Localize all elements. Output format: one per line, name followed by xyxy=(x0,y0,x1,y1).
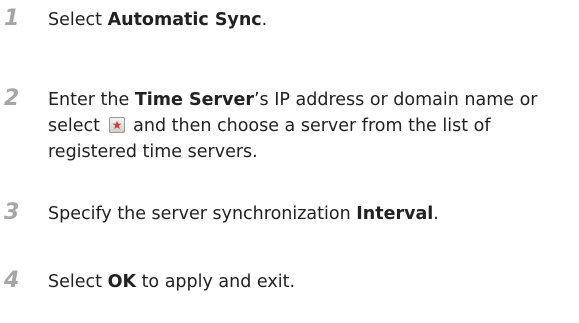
ui-term-time-server: Time Server xyxy=(134,90,254,110)
step-text-before: Select xyxy=(48,10,108,30)
step-text: Specify the server synchronization Inter… xyxy=(48,201,576,227)
step-number: 3 xyxy=(4,200,20,225)
step-text: Select Automatic Sync. xyxy=(48,7,576,33)
step-text-before: Select xyxy=(48,272,108,292)
step-text: Enter the Time Server’s IP address or do… xyxy=(48,87,576,165)
step-number: 4 xyxy=(4,268,20,293)
star-icon xyxy=(108,117,125,133)
ui-term-interval: Interval xyxy=(356,204,434,224)
step-text-before: Specify the server synchronization xyxy=(48,204,357,224)
step-text-after: to apply and exit. xyxy=(136,272,296,292)
step-text-before: Enter the xyxy=(48,90,135,110)
ui-term-automatic-sync: Automatic Sync xyxy=(107,10,262,30)
step-text-after: . xyxy=(433,204,439,224)
step-text-after: . xyxy=(261,10,268,30)
step-number: 2 xyxy=(4,86,20,111)
step-number: 1 xyxy=(4,6,20,31)
ui-term-ok: OK xyxy=(107,272,136,292)
step-text: Select OK to apply and exit. xyxy=(48,269,576,295)
instruction-steps: 1 Select Automatic Sync. 2 Enter the Tim… xyxy=(0,0,579,323)
